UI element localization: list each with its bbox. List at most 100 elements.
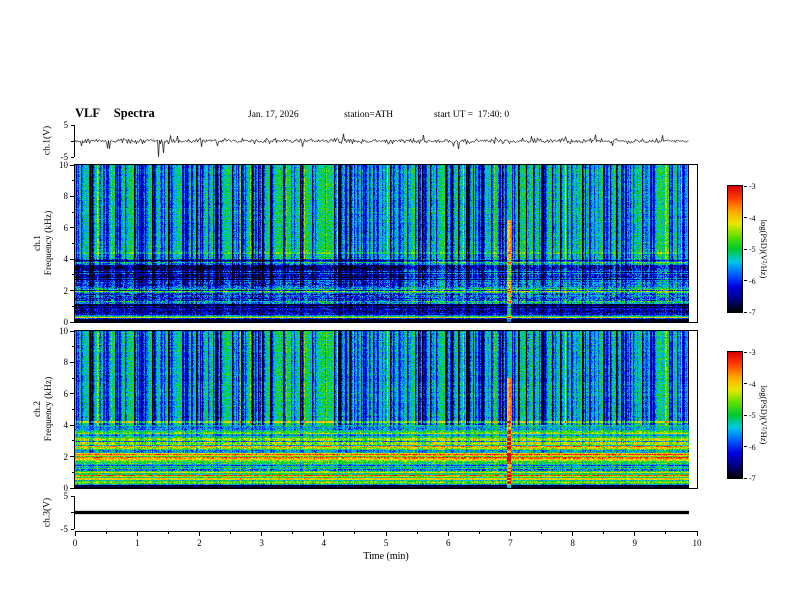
spec1-y-tick xyxy=(70,321,74,323)
x-minor-tick xyxy=(665,531,667,534)
x-minor-tick xyxy=(105,531,107,534)
x-tick xyxy=(634,531,636,536)
x-tick-label: 1 xyxy=(134,538,140,548)
spec1-y-minor-tick xyxy=(72,180,74,182)
ch1-waveform-canvas xyxy=(75,125,689,157)
spec2-y-tick xyxy=(70,456,74,458)
spec2-y-tick-label: 4 xyxy=(63,420,69,431)
spec2-y-tick xyxy=(70,487,74,489)
spec2-y-tick xyxy=(70,361,74,363)
wave1-y-tick xyxy=(71,140,74,142)
x-tick-label: 3 xyxy=(259,538,264,548)
wave3-y-tick-label: 5 xyxy=(63,491,69,501)
spec1-y-tick xyxy=(70,164,74,166)
cb1-tick xyxy=(744,248,747,250)
cb2-tick xyxy=(744,477,747,479)
x-tick-label: 9 xyxy=(632,538,638,548)
x-tick-label: 0 xyxy=(72,538,78,548)
ch1-spectrogram-canvas xyxy=(75,165,689,322)
cb1-tick-label: -4 xyxy=(749,213,756,223)
x-tick-label: 5 xyxy=(383,538,389,548)
spec2-y-tick-label: 6 xyxy=(63,388,69,399)
ch2-label-line1: ch.2 xyxy=(33,400,43,418)
x-tick xyxy=(136,531,138,536)
x-tick-label: 10 xyxy=(692,538,702,548)
figure-title: VLF Spectra xyxy=(75,106,155,120)
vlf-spectra-figure: VLF Spectra Jan. 17, 2026 station=ATH st… xyxy=(0,0,792,612)
wave1-y-tick xyxy=(71,124,74,126)
x-minor-tick xyxy=(354,531,356,534)
x-tick xyxy=(198,531,200,536)
cb2-tick-label: -5 xyxy=(749,411,756,420)
x-tick xyxy=(74,531,76,536)
cb1-tick-label: -7 xyxy=(749,308,756,317)
x-tick-label: 2 xyxy=(197,538,202,548)
cb2-tick-label: -6 xyxy=(749,442,756,452)
spec2-y-tick-label: 10 xyxy=(59,326,68,336)
spec2-y-tick xyxy=(70,424,74,426)
cb2-tick xyxy=(744,414,747,416)
wave1-y-tick-label: 5 xyxy=(63,120,69,130)
x-tick-label: 8 xyxy=(570,538,575,548)
ch1-colorbar-canvas xyxy=(728,186,742,312)
x-tick-label: 6 xyxy=(445,538,451,548)
wave3-y-tick-label: -5 xyxy=(60,524,69,534)
cb2-tick-label: -7 xyxy=(749,474,756,483)
spec2-y-tick xyxy=(70,330,74,332)
header-start-ut: start UT = 17:40: 0 xyxy=(434,110,510,120)
x-tick xyxy=(385,531,387,536)
spec1-y-minor-tick xyxy=(72,274,74,276)
ch1-label-line1: ch.1 xyxy=(33,234,43,252)
spec1-y-tick-label: 4 xyxy=(63,254,69,265)
wave3-y-tick xyxy=(71,495,74,497)
spec2-y-minor-tick xyxy=(72,409,74,410)
spec1-y-tick-label: 8 xyxy=(63,191,69,202)
ch2-colorbar-canvas xyxy=(728,352,742,478)
ch2-spectrogram-canvas xyxy=(75,331,689,488)
x-minor-tick xyxy=(416,531,418,534)
cb2-tick-label: -3 xyxy=(749,348,756,357)
spec1-y-tick-label: 2 xyxy=(63,285,69,296)
x-minor-tick xyxy=(167,531,169,534)
spec1-y-tick-label: 6 xyxy=(63,222,69,233)
x-minor-tick xyxy=(541,531,542,534)
time-axis-label: Time (min) xyxy=(363,551,409,562)
spec1-y-tick xyxy=(70,258,74,260)
x-tick xyxy=(261,531,263,536)
x-tick-label: 4 xyxy=(321,538,327,548)
cb1-tick xyxy=(744,280,747,281)
spec1-y-tick xyxy=(70,227,74,229)
cb1-tick xyxy=(744,311,747,313)
spec1-y-minor-tick xyxy=(72,243,74,244)
x-tick xyxy=(572,531,574,536)
header-station: station=ATH xyxy=(344,110,394,120)
wave3-y-tick xyxy=(71,512,74,513)
spec2-y-minor-tick xyxy=(72,440,74,442)
x-tick xyxy=(447,531,449,536)
cb1-tick-label: -6 xyxy=(749,276,756,286)
cb1-tick xyxy=(744,217,747,218)
cb1-tick xyxy=(744,185,747,187)
ch3-waveform-y-axis xyxy=(74,496,75,529)
ch1-waveform-y-axis xyxy=(74,125,75,157)
spec2-y-minor-tick xyxy=(72,346,74,348)
header-date: Jan. 17, 2026 xyxy=(248,110,299,120)
spec2-y-tick-label: 2 xyxy=(63,451,69,462)
cb2-tick xyxy=(744,383,747,384)
x-tick xyxy=(509,531,511,536)
spec1-y-minor-tick xyxy=(72,211,74,213)
cb1-tick-label: -3 xyxy=(749,182,756,191)
spec2-y-tick-label: 8 xyxy=(63,357,69,368)
x-tick xyxy=(696,531,698,536)
spec2-y-minor-tick xyxy=(72,471,74,473)
x-minor-tick xyxy=(230,531,231,534)
cb2-tick xyxy=(744,446,747,447)
x-minor-tick xyxy=(478,531,480,534)
x-tick xyxy=(323,531,325,536)
wave3-y-tick xyxy=(71,528,74,530)
spec2-y-tick xyxy=(70,393,74,395)
cb2-tick-label: -4 xyxy=(749,379,756,389)
spec1-y-tick xyxy=(70,290,74,292)
x-minor-tick xyxy=(603,531,605,534)
ch3-waveform-canvas xyxy=(75,496,689,529)
